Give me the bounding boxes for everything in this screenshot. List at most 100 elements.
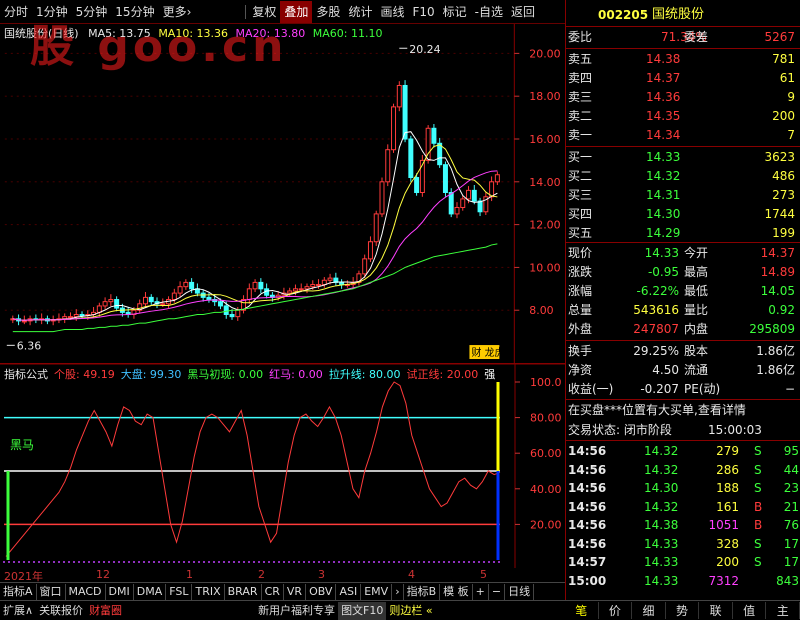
indicator-tab-12[interactable]: EMV — [361, 583, 393, 600]
buy-label: 买一 — [568, 150, 593, 164]
candle-body — [189, 281, 195, 290]
indicator-tab-13[interactable]: › — [392, 583, 404, 600]
indicator-name: 指标公式 — [4, 368, 48, 381]
tick-time: 14:56 — [568, 499, 607, 514]
baseline-dot — [463, 561, 465, 563]
period-tab-0[interactable]: 分时 — [0, 1, 32, 23]
candle-body — [287, 290, 293, 294]
baseline-dot — [83, 561, 85, 563]
baseline-dot — [393, 561, 395, 563]
indicator-tab-7[interactable]: BRAR — [225, 583, 262, 600]
indicator-tab-8[interactable]: CR — [262, 583, 284, 600]
quote-tab-5[interactable]: 值 — [733, 602, 767, 619]
sell-label: 卖一 — [568, 128, 593, 142]
baseline-dot — [153, 561, 155, 563]
indicator-legend: 指标公式 个股: 49.19 大盘: 99.30 黑马初现: 0.00 红马: 0.00… — [4, 366, 495, 382]
quote-tab-6[interactable]: 主 — [766, 602, 800, 619]
kline-chart[interactable]: 20.00 18.00 16.00 14.00 12.00 10.00 8.00 20.24 6… — [0, 24, 565, 364]
tick-count: 843 — [776, 573, 799, 588]
big-order-notice[interactable]: 在买盘***位置有大买单,查看详情 — [568, 401, 746, 419]
tick-side: B — [754, 499, 763, 514]
buy-price: 14.33 — [646, 150, 681, 164]
candle-body — [339, 281, 345, 286]
tick-price: 14.38 — [644, 518, 679, 532]
indicator-tab-2[interactable]: MACD — [66, 583, 106, 600]
tick-count: 21 — [783, 499, 799, 514]
tick-price: 14.33 — [644, 536, 679, 551]
tool-button-3[interactable]: 统计 — [344, 1, 376, 23]
bottom-tab-2[interactable]: 财富圈 — [86, 602, 125, 620]
baseline-dot — [413, 561, 415, 563]
indicator-tab-1[interactable]: 窗口 — [37, 583, 66, 600]
quote-tab-1[interactable]: 价 — [599, 602, 633, 619]
tool-button-8[interactable]: 返回 — [507, 1, 539, 23]
indicator-chart[interactable]: 100.0 80.00 60.00 40.00 20.00 — [0, 364, 565, 568]
indicator-item-0: 个股: 49.19 — [54, 368, 115, 381]
candle-body — [471, 189, 477, 202]
buy-price: 14.29 — [646, 226, 681, 240]
bottom-tab-4[interactable]: 图文F10 — [338, 601, 387, 620]
quote-tab-0[interactable]: 笔 — [565, 602, 599, 619]
indicator-tab-15[interactable]: 模 板 — [440, 583, 473, 600]
indicator-tab-10[interactable]: OBV — [306, 583, 337, 600]
indicator-tab-3[interactable]: DMI — [106, 583, 134, 600]
candle-body — [258, 281, 264, 290]
baseline-dot — [78, 561, 80, 563]
indicator-tab-0[interactable]: 指标A — [0, 583, 37, 600]
quote-row: 卖一 14.34 7 — [566, 126, 800, 144]
tick-volume: 286 — [716, 462, 739, 477]
candle-body — [310, 284, 316, 288]
quote-tab-2[interactable]: 细 — [632, 602, 666, 619]
stock-code: 002205 — [598, 8, 649, 22]
baseline-dot — [98, 561, 100, 563]
tool-button-5[interactable]: F10 — [408, 1, 438, 23]
tool-button-2[interactable]: 多股 — [312, 1, 344, 23]
buy-price: 14.32 — [646, 169, 681, 183]
baseline-dot — [128, 561, 130, 563]
stat-value: 295809 — [749, 322, 795, 336]
indicator-tab-5[interactable]: FSL — [166, 583, 193, 600]
baseline-dot — [218, 561, 220, 563]
baseline-dot — [238, 561, 240, 563]
baseline-dot — [288, 561, 290, 563]
baseline-dot — [263, 561, 265, 563]
candle-body — [79, 314, 85, 317]
bottom-tab-0[interactable]: 扩展∧ — [0, 602, 36, 620]
tick-side: B — [754, 518, 763, 532]
indicator-tab-4[interactable]: DMA — [134, 583, 167, 600]
baseline-dot — [103, 561, 105, 563]
sell-price: 14.35 — [646, 109, 681, 123]
indicator-tab-14[interactable]: 指标B — [404, 583, 441, 600]
tick-time: 14:57 — [568, 555, 607, 569]
tool-button-6[interactable]: 标记 — [439, 1, 471, 23]
buy-label: 买三 — [568, 188, 593, 202]
stat2-value: 1.86亿 — [756, 344, 795, 358]
bottom-tab-3[interactable]: 新用户福利专享 — [255, 602, 338, 620]
indicator-tab-18[interactable]: 日线 — [505, 583, 535, 600]
baseline-dot — [483, 561, 485, 563]
quote-tab-4[interactable]: 联 — [699, 602, 733, 619]
candle-body — [21, 320, 27, 323]
quote-row: 买五 14.29 199 — [566, 224, 800, 242]
bottom-tab-1[interactable]: 关联报价 — [36, 602, 86, 620]
divider — [566, 242, 800, 243]
tool-button-4[interactable]: 画线 — [376, 1, 408, 23]
indicator-tab-17[interactable]: − — [489, 583, 506, 600]
stat2-label: 股本 — [684, 344, 709, 358]
bottom-tab-5[interactable]: 则边栏 « — [386, 602, 435, 620]
quote-row: 现价 14.33 今开 14.37 — [566, 244, 800, 262]
quote-row: 15:00 14.33 7312 843 — [566, 572, 800, 590]
tool-button-7[interactable]: -自选 — [471, 1, 507, 23]
indicator-tab-16[interactable]: + — [473, 583, 489, 600]
indicator-tab-9[interactable]: VR — [284, 583, 307, 600]
quote-tab-3[interactable]: 势 — [666, 602, 700, 619]
stat-label: 最低 — [684, 284, 709, 298]
candle-body — [362, 258, 368, 275]
baseline-dot — [278, 561, 280, 563]
baseline-dot — [148, 561, 150, 563]
candle-body — [148, 296, 154, 303]
baseline-dot — [408, 561, 410, 563]
indicator-tab-6[interactable]: TRIX — [192, 583, 225, 600]
stat2-label: PE(动) — [684, 382, 721, 396]
indicator-tab-11[interactable]: ASI — [336, 583, 362, 600]
